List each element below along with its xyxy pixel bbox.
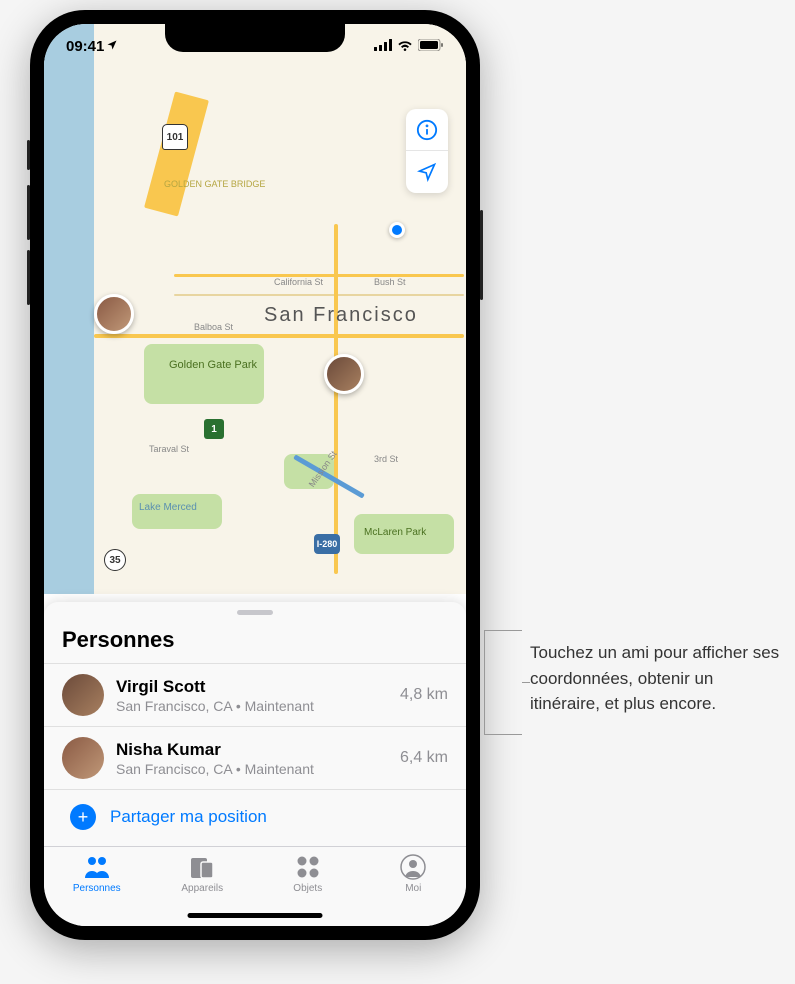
person-row[interactable]: Virgil Scott San Francisco, CA • Mainten… — [44, 663, 466, 726]
sheet-title: Personnes — [44, 623, 466, 663]
person-distance: 4,8 km — [400, 686, 448, 704]
city-label: San Francisco — [264, 304, 418, 327]
status-time: 09:41 — [66, 38, 104, 55]
person-name: Virgil Scott — [116, 677, 388, 697]
avatar — [62, 674, 104, 716]
mute-switch — [27, 140, 30, 170]
person-distance: 6,4 km — [400, 749, 448, 767]
person-location: San Francisco, CA • Maintenant — [116, 761, 388, 777]
map-label-third-st: 3rd St — [374, 454, 398, 464]
share-location-label: Partager ma position — [110, 807, 267, 827]
map-label-bush-st: Bush St — [374, 277, 406, 287]
tab-label: Moi — [405, 883, 421, 894]
map-controls — [406, 109, 448, 193]
map-road — [334, 224, 338, 574]
user-location-dot — [389, 222, 405, 238]
share-location-row[interactable]: + Partager ma position — [44, 789, 466, 848]
tab-label: Appareils — [181, 883, 223, 894]
tab-label: Objets — [293, 883, 322, 894]
map-label-mclaren-park: McLaren Park — [364, 527, 426, 538]
map-pin-avatar-nisha[interactable] — [94, 294, 134, 334]
map-label-golden-gate-bridge: GOLDEN GATE BRIDGE — [164, 179, 265, 189]
volume-up-button — [27, 185, 30, 240]
power-button — [480, 210, 483, 300]
map-locate-button[interactable] — [406, 151, 448, 193]
map-info-button[interactable] — [406, 109, 448, 151]
volume-down-button — [27, 250, 30, 305]
map-road — [94, 334, 464, 338]
map-view[interactable]: 101 1 35 I-280 San Francisco GOLDEN GATE… — [44, 24, 466, 594]
tab-moi[interactable]: Moi — [373, 853, 453, 926]
location-services-icon — [106, 38, 118, 55]
callout-bracket — [484, 630, 522, 735]
sheet-drag-handle[interactable] — [237, 610, 273, 615]
map-pin-avatar-virgil[interactable] — [324, 354, 364, 394]
me-icon — [400, 853, 426, 881]
highway-shield-280: I-280 — [314, 534, 340, 554]
map-road — [174, 294, 464, 296]
map-label-california-st: California St — [274, 277, 323, 287]
map-label-taraval-st: Taraval St — [149, 444, 189, 454]
notch — [165, 24, 345, 52]
tab-personnes[interactable]: Personnes — [57, 853, 137, 926]
items-icon — [295, 853, 321, 881]
person-name: Nisha Kumar — [116, 740, 388, 760]
home-indicator[interactable] — [188, 913, 323, 918]
plus-icon: + — [70, 804, 96, 830]
highway-shield-35: 35 — [104, 549, 126, 571]
person-location: San Francisco, CA • Maintenant — [116, 698, 388, 714]
people-sheet: Personnes Virgil Scott San Francisco, CA… — [44, 602, 466, 848]
map-label-balboa-st: Balboa St — [194, 322, 233, 332]
avatar — [62, 737, 104, 779]
phone-screen: 09:41 — [44, 24, 466, 926]
highway-shield-101: 101 — [162, 124, 188, 150]
battery-icon — [418, 38, 444, 55]
map-label-golden-gate-park: Golden Gate Park — [169, 359, 257, 371]
phone-frame: 09:41 — [30, 10, 480, 940]
callout-connector — [522, 682, 530, 683]
map-park — [144, 344, 264, 404]
people-icon — [82, 853, 112, 881]
cellular-signal-icon — [374, 38, 392, 55]
map-label-lake-merced: Lake Merced — [139, 502, 197, 513]
person-info: Nisha Kumar San Francisco, CA • Maintena… — [116, 740, 388, 777]
annotation-text: Touchez un ami pour afficher ses coordon… — [530, 640, 780, 717]
wifi-icon — [397, 38, 413, 55]
person-row[interactable]: Nisha Kumar San Francisco, CA • Maintena… — [44, 726, 466, 789]
devices-icon — [189, 853, 215, 881]
highway-shield-1: 1 — [204, 419, 224, 439]
person-info: Virgil Scott San Francisco, CA • Mainten… — [116, 677, 388, 714]
tab-label: Personnes — [73, 883, 121, 894]
